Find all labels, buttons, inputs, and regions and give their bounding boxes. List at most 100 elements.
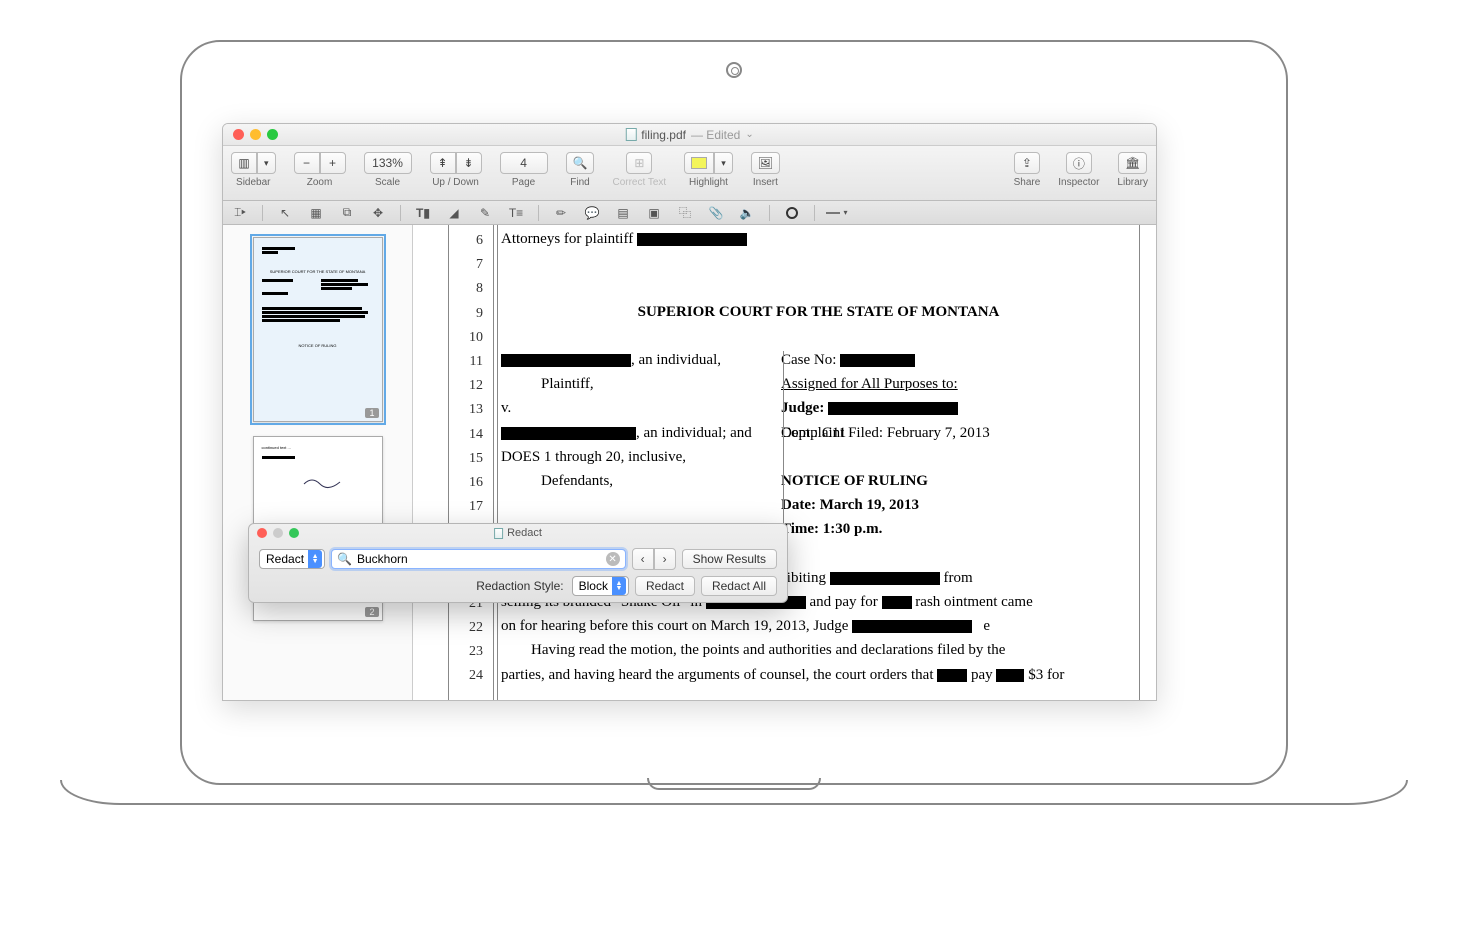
text: pay [971, 667, 993, 683]
thumbnail-page-1[interactable]: SUPERIOR COURT FOR THE STATE OF MONTANA [253, 237, 383, 422]
move-tool-icon[interactable]: ✥ [367, 204, 389, 222]
table-tool-icon[interactable]: ▦ [305, 204, 327, 222]
redact-button[interactable]: Redact [635, 576, 695, 596]
redaction-style-label: Redaction Style: [476, 579, 563, 593]
highlight-button[interactable] [684, 152, 714, 174]
page-number-badge: 1 [365, 408, 378, 418]
redaction-style-select[interactable]: Block ▲▼ [572, 576, 629, 596]
search-field[interactable] [357, 552, 601, 566]
text: parties, and having heard the arguments … [501, 667, 934, 683]
line-weight-icon[interactable]: ▾ [826, 204, 848, 222]
divider [538, 205, 539, 221]
prev-result-button[interactable]: ‹ [632, 548, 654, 570]
edited-indicator: — Edited [691, 128, 740, 142]
shape-circle-icon[interactable] [781, 204, 803, 222]
text: Having read the motion, the points and a… [531, 642, 1005, 658]
main-toolbar: ▥ ▾ Sidebar − + Zoom 133% Scale ⇞ ⇟ Up /… [223, 146, 1156, 201]
color-edit-tool-icon[interactable]: ◢ [443, 204, 465, 222]
show-results-button[interactable]: Show Results [682, 549, 777, 569]
page-down-button[interactable]: ⇟ [456, 152, 482, 174]
copy-tool-icon[interactable]: ⿻ [674, 204, 696, 222]
correct-text-label: Correct Text [612, 177, 666, 188]
inspector-group: ⓘ Inspector [1058, 152, 1099, 188]
signature-tool-icon[interactable]: ✎ [474, 204, 496, 222]
library-button[interactable]: 🏛 [1118, 152, 1147, 174]
redaction-mark [852, 620, 972, 633]
edit-toolbar: ⌶▸ ↖ ▦ ⧉ ✥ T▮ ◢ ✎ T≡ ✏ 💬 ▤ ▣ ⿻ 📎 🔈 ▾ [223, 201, 1156, 225]
redact-mode-select[interactable]: Redact ▲▼ [259, 549, 325, 569]
redaction-mark [937, 669, 967, 682]
text: Case No: [781, 352, 836, 368]
scale-label: Scale [375, 177, 400, 188]
text-style-tool-icon[interactable]: T≡ [505, 204, 527, 222]
highlight-menu-button[interactable]: ▾ [714, 152, 733, 174]
court-title: SUPERIOR COURT FOR THE STATE OF MONTANA [501, 300, 1136, 324]
insert-button[interactable]: 🖼 [751, 152, 780, 174]
clear-icon[interactable]: ✕ [606, 552, 620, 566]
text: DOES 1 through 20, inclusive, [501, 445, 781, 469]
fullscreen-icon[interactable] [289, 528, 299, 538]
laptop-base [60, 780, 1408, 805]
pointer-tool-icon[interactable]: ↖ [274, 204, 296, 222]
text: Complaint Filed: February 7, 2013 [781, 421, 1136, 445]
share-label: Share [1014, 177, 1041, 188]
redaction-mark [830, 572, 940, 585]
comment-tool-icon[interactable]: 💬 [581, 204, 603, 222]
sidebar-toggle-button[interactable]: ▥ [231, 152, 257, 174]
chevron-down-icon: ⌄ [745, 129, 753, 140]
minimize-icon[interactable] [273, 528, 283, 538]
text: Attorneys for plaintiff [501, 231, 633, 247]
redaction-mark [840, 354, 915, 367]
page-number-badge: 2 [365, 607, 378, 617]
find-button[interactable]: 🔍 [566, 152, 595, 174]
text: Time: 1:30 p.m. [781, 517, 1136, 541]
zoom-in-button[interactable]: + [320, 152, 346, 174]
window-title[interactable]: filing.pdf — Edited ⌄ [625, 128, 753, 142]
share-group: ⇪ Share [1014, 152, 1041, 188]
redact-search-input[interactable]: 🔍 ✕ [331, 549, 626, 569]
note-tool-icon[interactable]: ▤ [612, 204, 634, 222]
sidebar-label: Sidebar [236, 177, 270, 188]
sidebar-menu-button[interactable]: ▾ [257, 152, 276, 174]
line-numbers: 6789101112131415161718192021222324 [453, 229, 483, 689]
updown-label: Up / Down [432, 177, 479, 188]
marker-tool-icon[interactable]: ✏ [550, 204, 572, 222]
margin-line [448, 225, 449, 700]
find-label: Find [570, 177, 589, 188]
redact-tool-icon[interactable]: T▮ [412, 204, 434, 222]
scale-group: 133% Scale [364, 152, 412, 188]
stamp-tool-icon[interactable]: ▣ [643, 204, 665, 222]
attachment-tool-icon[interactable]: 📎 [705, 204, 727, 222]
redaction-mark [882, 596, 912, 609]
correct-text-button[interactable]: ⊞ [626, 152, 652, 174]
crop-tool-icon[interactable]: ⧉ [336, 204, 358, 222]
workspace: SUPERIOR COURT FOR THE STATE OF MONTANA [223, 225, 1156, 700]
page-up-button[interactable]: ⇞ [430, 152, 456, 174]
find-group: 🔍 Find [566, 152, 595, 188]
next-result-button[interactable]: › [654, 548, 676, 570]
share-button[interactable]: ⇪ [1014, 152, 1040, 174]
text: rash ointment came [915, 594, 1032, 610]
document-view[interactable]: 6789101112131415161718192021222324 Attor… [413, 225, 1156, 700]
library-group: 🏛 Library [1117, 152, 1148, 188]
divider [814, 205, 815, 221]
titlebar: filing.pdf — Edited ⌄ [223, 124, 1156, 146]
inspector-button[interactable]: ⓘ [1066, 152, 1092, 174]
zoom-out-button[interactable]: − [294, 152, 320, 174]
fullscreen-icon[interactable] [267, 129, 278, 140]
document-content: Attorneys for plaintiff SUPERIOR COURT F… [501, 227, 1136, 687]
sound-tool-icon[interactable]: 🔈 [736, 204, 758, 222]
highlight-swatch-icon [691, 157, 707, 169]
redact-panel: Redact Redact ▲▼ 🔍 ✕ ‹ › Show Results Re… [248, 523, 788, 603]
document-icon [625, 128, 636, 141]
text-cursor-tool-icon[interactable]: ⌶▸ [229, 204, 251, 222]
close-icon[interactable] [257, 528, 267, 538]
minimize-icon[interactable] [250, 129, 261, 140]
select-value: Redact [266, 552, 304, 566]
page-field[interactable]: 4 [500, 152, 548, 174]
scale-field[interactable]: 133% [364, 152, 412, 174]
redact-all-button[interactable]: Redact All [701, 576, 777, 596]
updown-group: ⇞ ⇟ Up / Down [430, 152, 482, 188]
thumbnail-sidebar[interactable]: SUPERIOR COURT FOR THE STATE OF MONTANA [223, 225, 413, 700]
close-icon[interactable] [233, 129, 244, 140]
